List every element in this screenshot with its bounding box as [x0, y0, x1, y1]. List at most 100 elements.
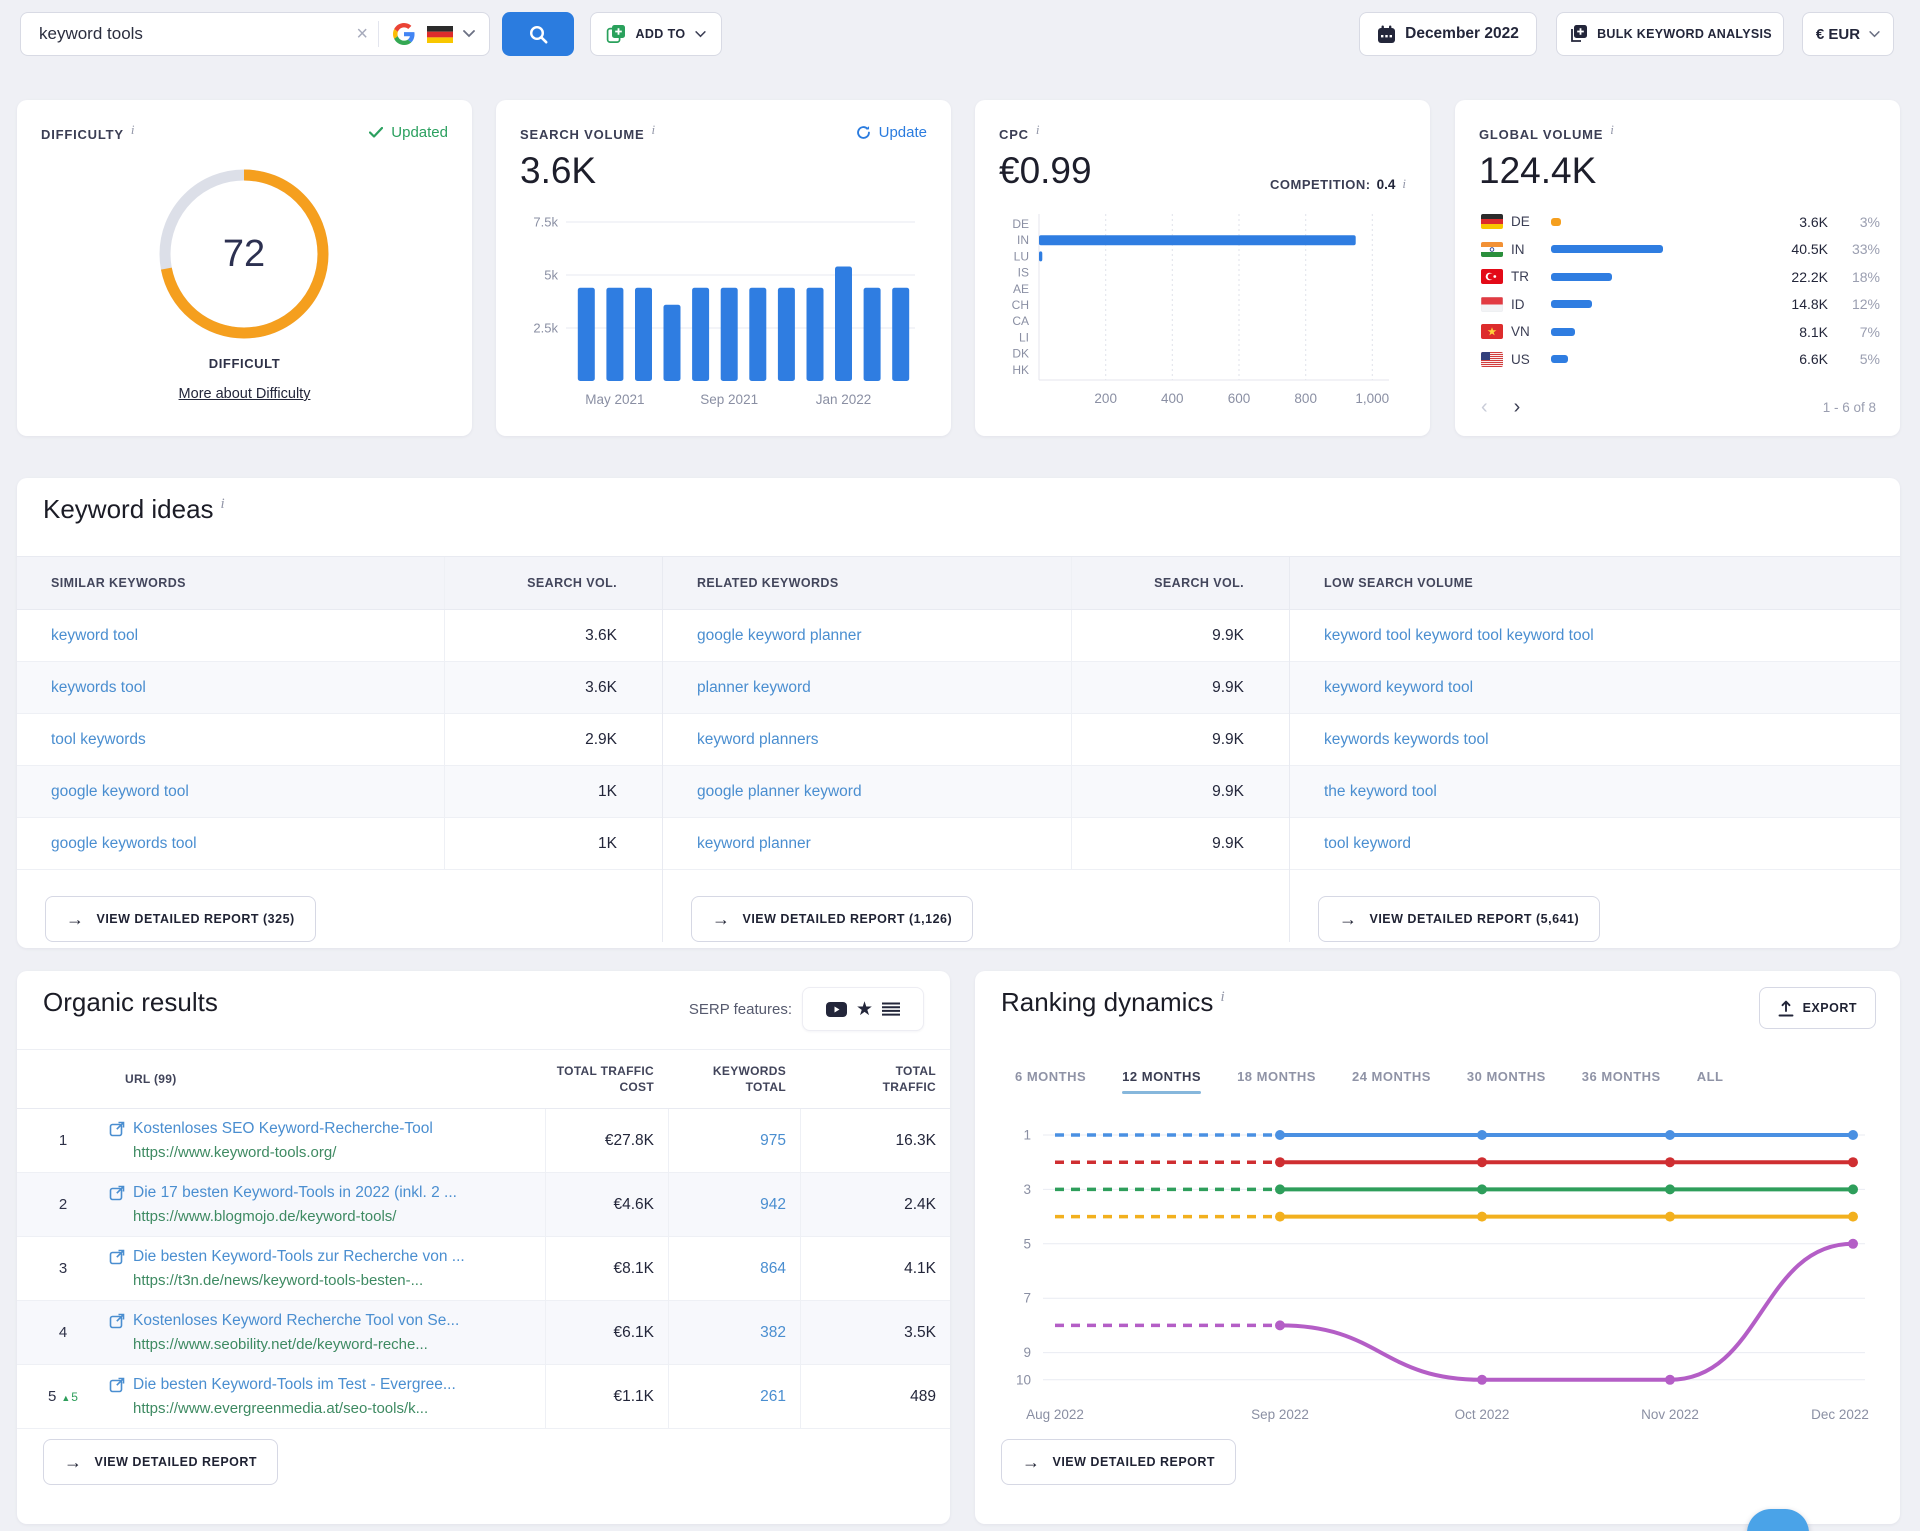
result-keywords-total[interactable]: 975 — [668, 1109, 800, 1172]
keyword-link[interactable]: google planner keyword — [697, 783, 862, 800]
more-about-difficulty-link[interactable]: More about Difficulty — [17, 386, 472, 402]
info-icon[interactable]: i — [1610, 122, 1614, 137]
keyword-ideas-group: SIMILAR KEYWORDSSEARCH VOL.keyword tool3… — [17, 556, 662, 942]
chevron-down-icon[interactable] — [463, 30, 475, 38]
keyword-link[interactable]: tool keyword — [1324, 835, 1411, 852]
info-icon[interactable]: i — [221, 496, 225, 512]
keyword-link[interactable]: keyword tool — [51, 627, 138, 644]
list-serp-icon[interactable] — [882, 1002, 900, 1016]
country-volume-row: VN8.1K7% — [1481, 318, 1880, 346]
flag-vn-icon — [1481, 324, 1511, 339]
svg-text:LU: LU — [1014, 249, 1029, 263]
result-url: https://www.seobility.net/de/keyword-rec… — [109, 1336, 545, 1353]
tab-36-months[interactable]: 36 MONTHS — [1582, 1069, 1661, 1094]
search-volume-value: 9.9K — [1071, 714, 1289, 765]
view-detailed-report-button[interactable]: → VIEW DETAILED REPORT — [1001, 1439, 1236, 1485]
currency-select-button[interactable]: € EUR — [1802, 12, 1894, 56]
result-title-link[interactable]: Die besten Keyword-Tools im Test - Everg… — [133, 1376, 456, 1394]
svg-text:Oct 2022: Oct 2022 — [1455, 1407, 1510, 1422]
tab-30-months[interactable]: 30 MONTHS — [1467, 1069, 1546, 1094]
export-button[interactable]: EXPORT — [1759, 987, 1876, 1029]
info-icon[interactable]: i — [131, 122, 135, 137]
keyword-link[interactable]: keyword planners — [697, 731, 818, 748]
keyword-ideas-group: RELATED KEYWORDSSEARCH VOL.google keywor… — [662, 556, 1290, 942]
info-icon[interactable]: i — [1036, 122, 1040, 137]
result-keywords-total[interactable]: 864 — [668, 1237, 800, 1300]
result-url: https://www.keyword-tools.org/ — [109, 1144, 545, 1161]
keyword-ideas-section: Keyword ideasi SIMILAR KEYWORDSSEARCH VO… — [17, 478, 1900, 948]
bulk-keyword-analysis-button[interactable]: BULK KEYWORD ANALYSIS — [1556, 12, 1784, 56]
result-traffic-cost: €27.8K — [545, 1109, 668, 1172]
organic-result-row: 1Kostenloses SEO Keyword-Recherche-Toolh… — [17, 1109, 950, 1173]
svg-text:Jan 2022: Jan 2022 — [816, 392, 872, 407]
svg-text:200: 200 — [1094, 391, 1117, 406]
view-detailed-report-button[interactable]: →VIEW DETAILED REPORT (325) — [45, 896, 316, 942]
bulk-analysis-icon — [1568, 24, 1588, 44]
svg-text:5: 5 — [1023, 1236, 1031, 1251]
keyword-link[interactable]: keyword tool keyword tool keyword tool — [1324, 627, 1594, 644]
keyword-link[interactable]: planner keyword — [697, 679, 811, 696]
result-title-link[interactable]: Die besten Keyword-Tools zur Recherche v… — [133, 1248, 465, 1266]
result-title-link[interactable]: Kostenloses Keyword Recherche Tool von S… — [133, 1312, 459, 1330]
result-keywords-total[interactable]: 942 — [668, 1173, 800, 1236]
external-link-icon[interactable] — [109, 1377, 125, 1393]
pagination-next-icon[interactable]: › — [1514, 396, 1521, 419]
keyword-link[interactable]: google keyword tool — [51, 783, 189, 800]
keyword-link[interactable]: the keyword tool — [1324, 783, 1437, 800]
svg-text:9: 9 — [1023, 1345, 1031, 1360]
keyword-ideas-header-row: RELATED KEYWORDSSEARCH VOL. — [663, 556, 1289, 610]
tab-18-months[interactable]: 18 MONTHS — [1237, 1069, 1316, 1094]
cpc-card-title: CPCi — [999, 122, 1040, 142]
search-volume-value: 9.9K — [1071, 610, 1289, 661]
update-button[interactable]: Update — [856, 124, 927, 141]
keyword-search-box: × — [20, 12, 490, 56]
serp-features-label: SERP features: — [689, 1001, 792, 1018]
tab-6-months[interactable]: 6 MONTHS — [1015, 1069, 1086, 1094]
tab-24-months[interactable]: 24 MONTHS — [1352, 1069, 1431, 1094]
clear-search-icon[interactable]: × — [346, 23, 378, 46]
keyword-row: google keyword planner 9.9K — [663, 610, 1289, 662]
add-to-list-button[interactable]: ADD TO — [590, 12, 722, 56]
external-link-icon[interactable] — [109, 1313, 125, 1329]
volume-bar — [1551, 218, 1561, 226]
tab-all[interactable]: ALL — [1697, 1069, 1724, 1094]
tab-12-months[interactable]: 12 MONTHS — [1122, 1069, 1201, 1094]
keyword-search-input[interactable] — [37, 23, 346, 45]
svg-text:CH: CH — [1012, 298, 1029, 312]
external-link-icon[interactable] — [109, 1121, 125, 1137]
flag-de-icon — [1481, 214, 1511, 229]
germany-flag-icon[interactable] — [427, 26, 453, 43]
view-detailed-report-button[interactable]: →VIEW DETAILED REPORT (5,641) — [1318, 896, 1600, 942]
video-serp-icon[interactable] — [826, 1002, 847, 1017]
keyword-link[interactable]: keywords tool — [51, 679, 146, 696]
result-title-link[interactable]: Die 17 besten Keyword-Tools in 2022 (ink… — [133, 1184, 457, 1202]
keyword-link[interactable]: keywords keywords tool — [1324, 731, 1489, 748]
external-link-icon[interactable] — [109, 1185, 125, 1201]
keyword-link[interactable]: tool keywords — [51, 731, 146, 748]
date-picker-button[interactable]: December 2022 — [1359, 12, 1537, 56]
keyword-row: google keywords tool1K — [17, 818, 662, 870]
keyword-link[interactable]: google keyword planner — [697, 627, 862, 644]
info-icon[interactable]: i — [1220, 989, 1224, 1005]
competition-label: COMPETITION: — [1270, 177, 1371, 192]
external-link-icon[interactable] — [109, 1249, 125, 1265]
pagination-prev-icon[interactable]: ‹ — [1481, 396, 1488, 419]
keyword-link[interactable]: keyword keyword tool — [1324, 679, 1473, 696]
keyword-link[interactable]: keyword planner — [697, 835, 811, 852]
global-volume-value: 124.4K — [1479, 150, 1596, 192]
star-serp-icon[interactable]: ★ — [856, 1000, 873, 1019]
result-title-link[interactable]: Kostenloses SEO Keyword-Recherche-Tool — [133, 1120, 433, 1138]
organic-result-row: 3Die besten Keyword-Tools zur Recherche … — [17, 1237, 950, 1301]
info-icon[interactable]: i — [652, 122, 656, 137]
info-icon[interactable]: i — [1402, 176, 1406, 192]
result-total-traffic: 2.4K — [800, 1173, 950, 1236]
result-keywords-total[interactable]: 261 — [668, 1365, 800, 1428]
difficulty-level-label: DIFFICULT — [17, 356, 472, 371]
result-keywords-total[interactable]: 382 — [668, 1301, 800, 1364]
view-detailed-report-button[interactable]: → VIEW DETAILED REPORT — [43, 1439, 278, 1485]
serp-features-pill: ★ — [802, 987, 924, 1031]
view-detailed-report-button[interactable]: →VIEW DETAILED REPORT (1,126) — [691, 896, 973, 942]
keyword-link[interactable]: google keywords tool — [51, 835, 197, 852]
search-button[interactable] — [502, 12, 574, 56]
flag-in-icon — [1481, 242, 1511, 257]
